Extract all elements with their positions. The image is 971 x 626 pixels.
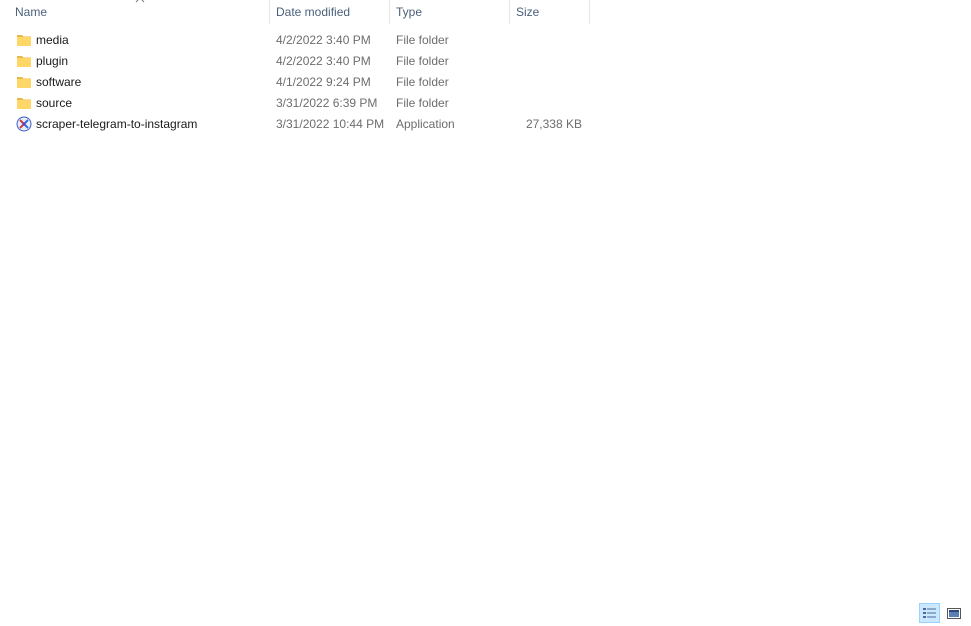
column-header-size[interactable]: Size — [510, 0, 590, 24]
file-size — [510, 72, 582, 93]
file-date-modified: 4/2/2022 3:40 PM — [276, 54, 371, 68]
file-size — [510, 93, 582, 114]
file-name: source — [36, 96, 73, 110]
file-name: media — [36, 33, 69, 47]
folder-icon — [17, 35, 31, 46]
large-icons-view-icon — [947, 608, 961, 619]
details-view-icon — [923, 608, 936, 618]
file-row-media[interactable]: media 4/2/2022 3:40 PM File folder — [13, 30, 591, 51]
file-row-source[interactable]: source 3/31/2022 6:39 PM File folder — [13, 93, 591, 114]
column-header-date-modified[interactable]: Date modified — [270, 0, 390, 24]
view-toggle — [919, 603, 965, 625]
file-date-modified: 4/1/2022 9:24 PM — [276, 75, 371, 89]
folder-icon — [17, 56, 31, 67]
file-date-modified: 4/2/2022 3:40 PM — [276, 33, 371, 47]
file-name: plugin — [36, 54, 69, 68]
folder-icon — [17, 77, 31, 88]
file-type: File folder — [396, 33, 449, 47]
file-size — [510, 51, 582, 72]
details-view-button[interactable] — [919, 603, 940, 623]
column-header-row: Name Date modified Type Size — [0, 0, 971, 24]
file-name: scraper-telegram-to-instagram — [36, 117, 198, 131]
file-row-scraper-telegram-to-instagram[interactable]: scraper-telegram-to-instagram 3/31/2022 … — [13, 114, 591, 135]
file-type: File folder — [396, 96, 449, 110]
column-header-name[interactable]: Name — [9, 0, 270, 24]
file-type: Application — [396, 117, 455, 131]
file-name: software — [36, 75, 82, 89]
file-size — [510, 30, 582, 51]
file-type: File folder — [396, 75, 449, 89]
application-icon — [16, 116, 32, 132]
large-icons-view-button[interactable] — [943, 603, 964, 623]
file-date-modified: 3/31/2022 10:44 PM — [276, 117, 385, 131]
folder-icon — [17, 98, 31, 109]
file-type: File folder — [396, 54, 449, 68]
file-row-software[interactable]: software 4/1/2022 9:24 PM File folder — [13, 72, 591, 93]
column-header-type[interactable]: Type — [390, 0, 510, 24]
file-row-plugin[interactable]: plugin 4/2/2022 3:40 PM File folder — [13, 51, 591, 72]
file-explorer-content: Name Date modified Type Size media 4/2/2… — [0, 0, 971, 626]
file-size: 27,338 KB — [525, 117, 582, 131]
file-date-modified: 3/31/2022 6:39 PM — [276, 96, 378, 110]
